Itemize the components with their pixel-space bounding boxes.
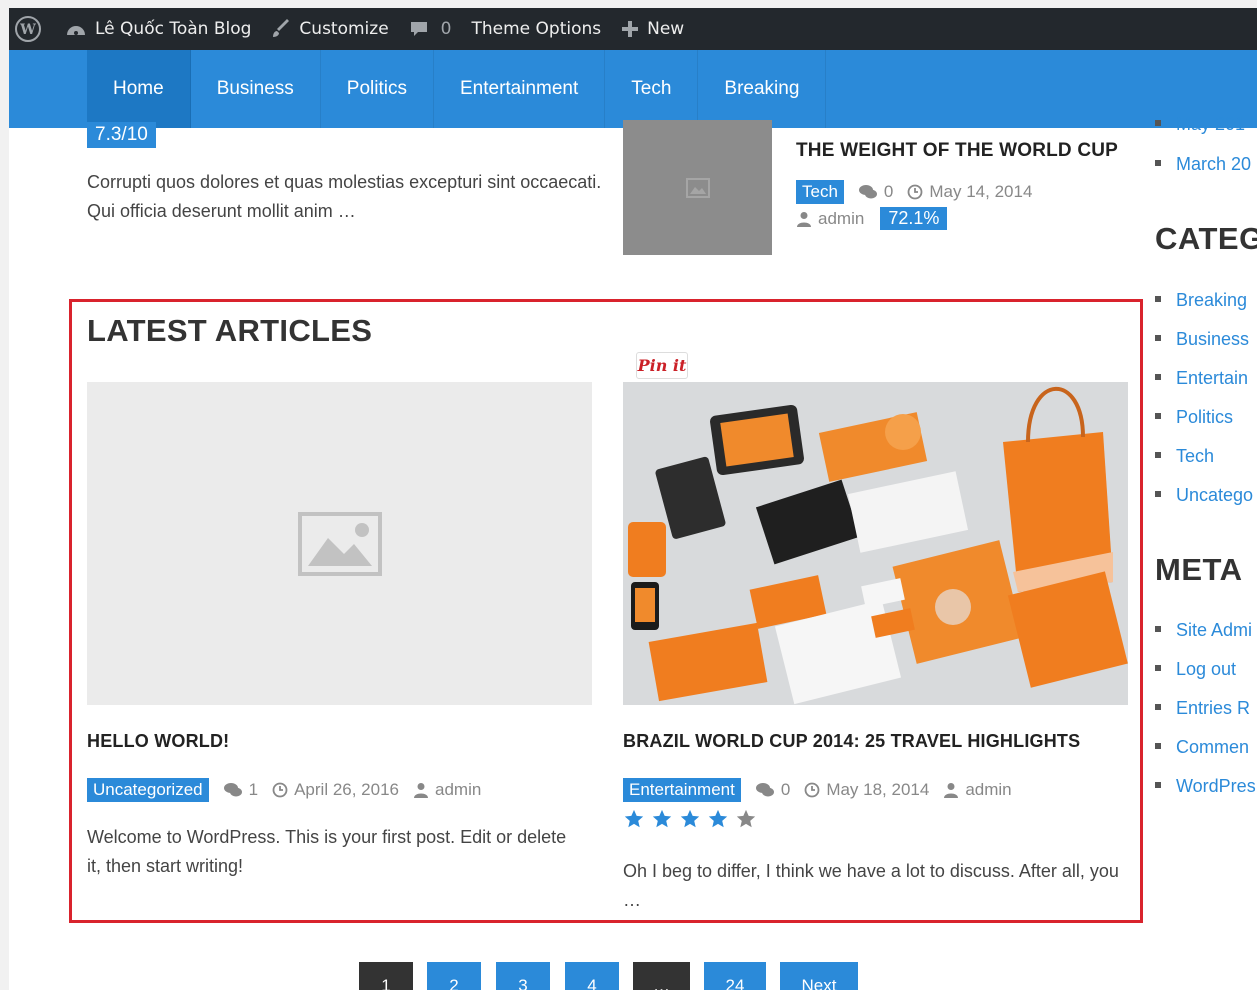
meta-heading: META — [1155, 552, 1243, 587]
category-tag[interactable]: Tech — [796, 180, 844, 204]
comments-count: 0 — [780, 780, 791, 799]
page-ellipsis: … — [633, 962, 690, 990]
category-link-uncategorized[interactable]: Uncatego — [1155, 485, 1253, 506]
archive-link[interactable]: May 201 — [1155, 114, 1245, 135]
user-icon — [796, 211, 812, 227]
post-meta: Tech 0 May 14, 2014 — [796, 180, 1032, 204]
comments-button[interactable]: 0 — [399, 8, 462, 50]
post-title[interactable]: THE WEIGHT OF THE WORLD CUP — [796, 140, 1118, 162]
post-thumbnail[interactable] — [623, 120, 772, 255]
clock-icon — [804, 782, 820, 798]
theme-options-button[interactable]: Theme Options — [461, 8, 611, 50]
rating-stars — [623, 808, 757, 830]
user-icon — [413, 782, 429, 798]
post-date: May 14, 2014 — [929, 182, 1033, 201]
article-meta: Entertainment 0 May 18, 2014 admin — [623, 778, 1012, 802]
star-empty-icon — [736, 809, 756, 828]
page-button[interactable]: 2 — [427, 962, 481, 990]
site-name-label: Lê Quốc Toàn Blog — [95, 19, 252, 39]
nav-item-business[interactable]: Business — [191, 50, 321, 128]
article-author[interactable]: admin — [965, 780, 1011, 800]
article-meta: Uncategorized 1 April 26, 2016 admin — [87, 778, 481, 802]
image-placeholder-icon — [685, 177, 710, 198]
image-placeholder-icon — [297, 511, 382, 576]
dashboard-icon — [65, 20, 87, 38]
main-nav: Home Business Politics Entertainment Tec… — [9, 50, 1257, 128]
star-filled-icon — [624, 809, 644, 828]
star-filled-icon — [680, 809, 700, 828]
page-button[interactable]: 24 — [704, 962, 766, 990]
category-link-breaking[interactable]: Breaking — [1155, 290, 1247, 311]
categories-heading: CATEG — [1155, 221, 1257, 256]
category-link-tech[interactable]: Tech — [1155, 446, 1214, 467]
post-excerpt: Corrupti quos dolores et quas molestias … — [87, 172, 602, 221]
theme-options-label: Theme Options — [471, 19, 602, 39]
comments-count: 0 — [883, 182, 894, 201]
new-label: New — [647, 19, 685, 39]
page-button-current[interactable]: 1 — [359, 962, 413, 990]
clock-icon — [272, 782, 288, 798]
stationery-mockup-image — [623, 382, 1128, 705]
customize-button[interactable]: Customize — [261, 8, 398, 50]
site-name-menu[interactable]: Lê Quốc Toàn Blog — [55, 8, 261, 50]
category-link-entertainment[interactable]: Entertain — [1155, 368, 1248, 389]
left-gutter — [0, 0, 9, 990]
comments-count: 0 — [440, 19, 452, 39]
page-button[interactable]: 4 — [565, 962, 619, 990]
comment-icon — [409, 19, 429, 39]
nav-item-politics[interactable]: Politics — [321, 50, 434, 128]
article-thumbnail[interactable] — [623, 382, 1128, 705]
new-content-button[interactable]: New — [611, 8, 694, 50]
comments-icon — [223, 782, 243, 798]
nav-item-tech[interactable]: Tech — [605, 50, 699, 128]
category-tag[interactable]: Uncategorized — [87, 778, 209, 802]
rating-badge: 7.3/10 — [87, 122, 156, 148]
clock-icon — [907, 184, 923, 200]
article-date: April 26, 2016 — [294, 780, 399, 799]
page-button[interactable]: 3 — [496, 962, 550, 990]
article-author[interactable]: admin — [435, 780, 481, 800]
comments-count: 1 — [248, 780, 259, 799]
star-filled-icon — [652, 809, 672, 828]
user-icon — [943, 782, 959, 798]
article-thumbnail[interactable] — [87, 382, 592, 705]
comments-icon — [858, 184, 878, 200]
meta-link-entries-rss[interactable]: Entries R — [1155, 698, 1250, 719]
page: W Lê Quốc Toàn Blog Customize 0 Theme Op… — [9, 8, 1257, 990]
nav-item-home[interactable]: Home — [87, 50, 191, 128]
meta-link-log-out[interactable]: Log out — [1155, 659, 1236, 680]
article-date: May 18, 2014 — [826, 780, 930, 799]
article-excerpt: Oh I beg to differ, I think we have a lo… — [623, 861, 1119, 910]
article-title[interactable]: HELLO WORLD! — [87, 731, 229, 752]
category-link-business[interactable]: Business — [1155, 329, 1249, 350]
post-author[interactable]: admin — [818, 209, 864, 229]
comments-icon — [755, 782, 775, 798]
wordpress-logo-button[interactable]: W — [9, 8, 55, 50]
svg-text:W: W — [19, 22, 36, 38]
section-title: LATEST ARTICLES — [87, 313, 373, 348]
admin-bar: W Lê Quốc Toàn Blog Customize 0 Theme Op… — [9, 8, 1257, 50]
pin-it-button[interactable]: Pin it — [636, 352, 688, 379]
category-tag[interactable]: Entertainment — [623, 778, 741, 802]
brush-icon — [271, 19, 291, 39]
plus-icon — [621, 20, 639, 38]
archive-link[interactable]: March 20 — [1155, 154, 1251, 175]
article-title[interactable]: BRAZIL WORLD CUP 2014: 25 TRAVEL HIGHLIG… — [623, 731, 1080, 752]
wordpress-icon: W — [15, 16, 41, 42]
post-meta-author: admin 72.1% — [796, 207, 948, 230]
meta-link-site-admin[interactable]: Site Admi — [1155, 620, 1252, 641]
nav-item-breaking[interactable]: Breaking — [698, 50, 827, 128]
customize-label: Customize — [299, 19, 389, 39]
nav-item-entertainment[interactable]: Entertainment — [434, 50, 606, 128]
score-badge: 72.1% — [880, 207, 948, 230]
star-filled-icon — [708, 809, 728, 828]
meta-link-comments-rss[interactable]: Commen — [1155, 737, 1249, 758]
article-excerpt: Welcome to WordPress. This is your first… — [87, 827, 567, 876]
next-page-button[interactable]: Next — [780, 962, 858, 990]
meta-link-wordpress[interactable]: WordPres — [1155, 776, 1256, 797]
category-link-politics[interactable]: Politics — [1155, 407, 1233, 428]
